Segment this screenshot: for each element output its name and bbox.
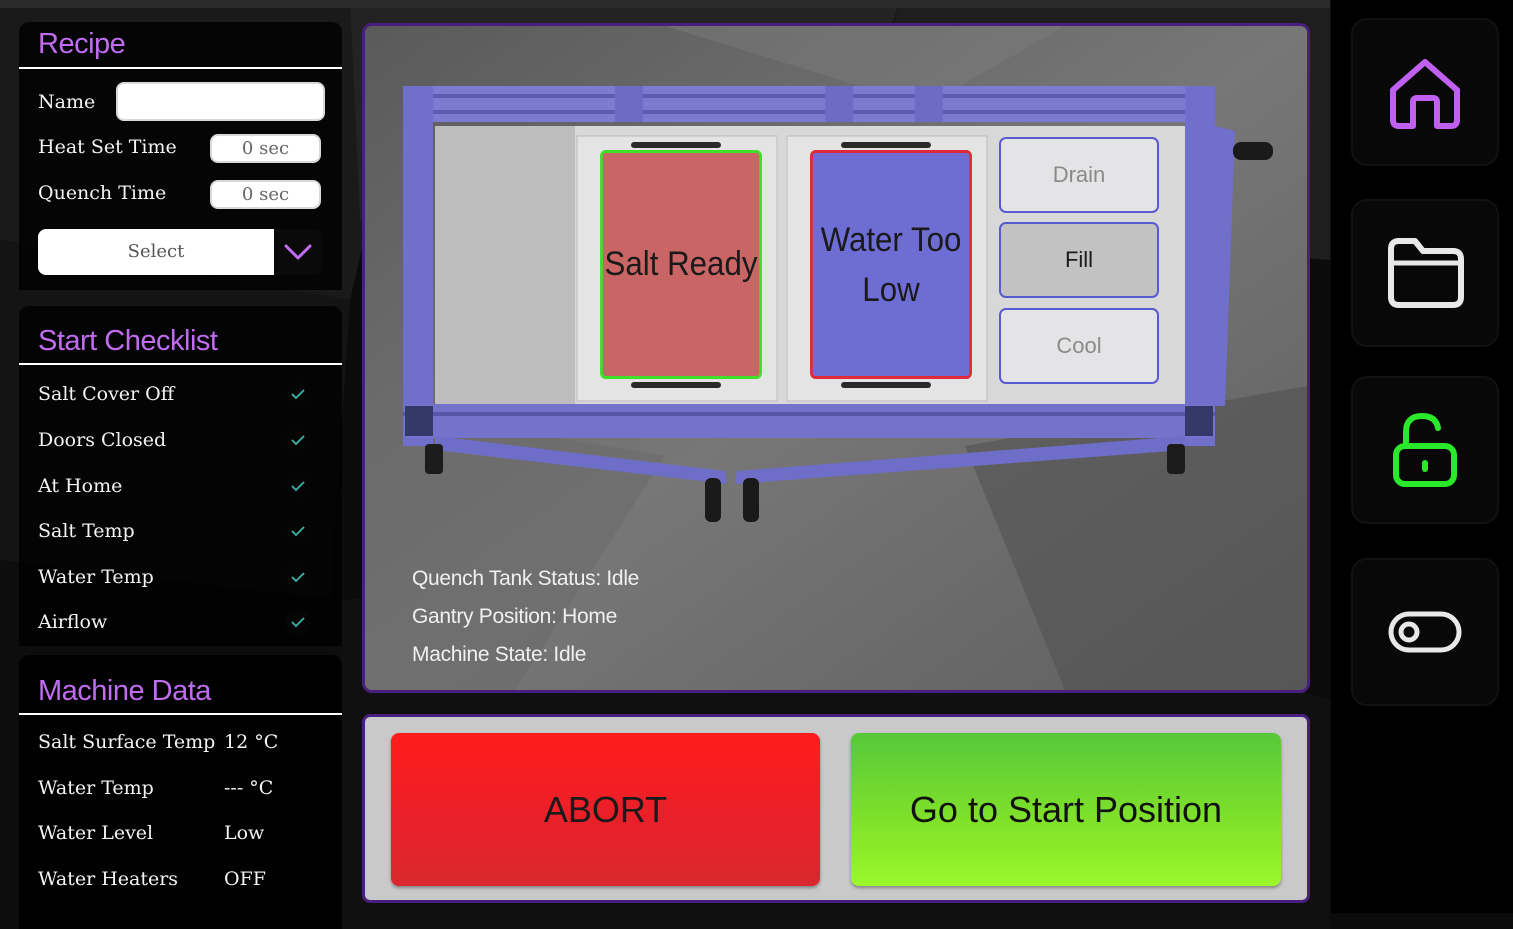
folder-icon xyxy=(1388,238,1464,308)
action-panel: ABORT Go to Start Position xyxy=(362,714,1310,903)
heat-set-time-label: Heat Set Time xyxy=(38,136,177,158)
home-icon xyxy=(1390,59,1460,129)
machine-data-value: 12 °C xyxy=(224,731,279,753)
checklist-item-label: At Home xyxy=(38,475,123,497)
water-status-line1: Water Too xyxy=(820,220,962,259)
quench-time-input[interactable]: 0 sec xyxy=(210,180,321,209)
checklist-item-status xyxy=(285,381,311,407)
machine-data-label: Salt Surface Temp xyxy=(38,731,216,753)
quench-time-label: Quench Time xyxy=(38,182,167,204)
checklist-title: Start Checklist xyxy=(19,306,342,365)
checkmark-icon xyxy=(291,435,305,446)
fill-button[interactable]: Fill xyxy=(999,222,1159,298)
toggle-icon xyxy=(1388,611,1462,653)
machine-viewer: Salt Ready Water Too Low Drain Fill Cool… xyxy=(362,23,1310,693)
checklist-item-status xyxy=(285,609,311,635)
checklist-item-status xyxy=(285,473,311,499)
nav-folder-button[interactable] xyxy=(1351,199,1499,347)
checklist-item-label: Doors Closed xyxy=(38,429,167,451)
machine-data-label: Water Level xyxy=(38,822,154,844)
checkmark-icon xyxy=(291,481,305,492)
checklist-item-status xyxy=(285,564,311,590)
checklist-item-label: Salt Temp xyxy=(38,520,135,542)
machine-data-value: --- °C xyxy=(224,777,274,799)
chevron-down-icon xyxy=(284,244,312,260)
checklist-item-status xyxy=(285,427,311,453)
checklist-item-label: Salt Cover Off xyxy=(38,383,175,405)
go-to-start-position-button[interactable]: Go to Start Position xyxy=(851,733,1281,886)
recipe-title: Recipe xyxy=(19,22,342,69)
machine-state-status: Machine State: Idle xyxy=(412,643,587,666)
left-sidebar: Recipe Name Heat Set Time 0 sec Quench T… xyxy=(0,0,350,929)
water-status-tile: Water Too Low xyxy=(810,150,972,379)
machine-data-value: OFF xyxy=(224,868,266,890)
nav-home-button[interactable] xyxy=(1351,18,1499,166)
checklist-item-label: Airflow xyxy=(38,611,108,633)
nav-unlock-button[interactable] xyxy=(1351,376,1499,524)
machine-data-value: Low xyxy=(224,822,265,844)
checkmark-icon xyxy=(291,389,305,400)
water-status-line2: Low xyxy=(862,270,920,309)
checklist-item-label: Water Temp xyxy=(38,566,154,588)
drain-button[interactable]: Drain xyxy=(999,137,1159,213)
machine-viewer-canvas: Salt Ready Water Too Low Drain Fill Cool… xyxy=(365,26,1307,690)
cool-button[interactable]: Cool xyxy=(999,308,1159,384)
name-label: Name xyxy=(38,91,96,113)
checkmark-icon xyxy=(291,572,305,583)
recipe-select[interactable]: Select xyxy=(38,229,274,275)
nav-toggle-button[interactable] xyxy=(1351,558,1499,706)
checkmark-icon xyxy=(291,526,305,537)
recipe-select-toggle[interactable] xyxy=(274,229,322,275)
recipe-name-input[interactable] xyxy=(116,82,325,121)
checklist-item-status xyxy=(285,518,311,544)
machine-data-label: Water Temp xyxy=(38,777,154,799)
salt-status-text: Salt Ready xyxy=(604,245,758,283)
right-nav xyxy=(1331,0,1513,913)
checkmark-icon xyxy=(291,617,305,628)
gantry-position-status: Gantry Position: Home xyxy=(412,605,617,628)
heat-set-time-input[interactable]: 0 sec xyxy=(210,134,321,163)
machine-data-label: Water Heaters xyxy=(38,868,179,890)
salt-status-tile: Salt Ready xyxy=(600,150,762,379)
abort-button[interactable]: ABORT xyxy=(391,733,820,886)
machine-data-title: Machine Data xyxy=(19,655,342,715)
unlock-icon xyxy=(1393,412,1457,487)
quench-tank-status: Quench Tank Status: Idle xyxy=(412,567,640,590)
